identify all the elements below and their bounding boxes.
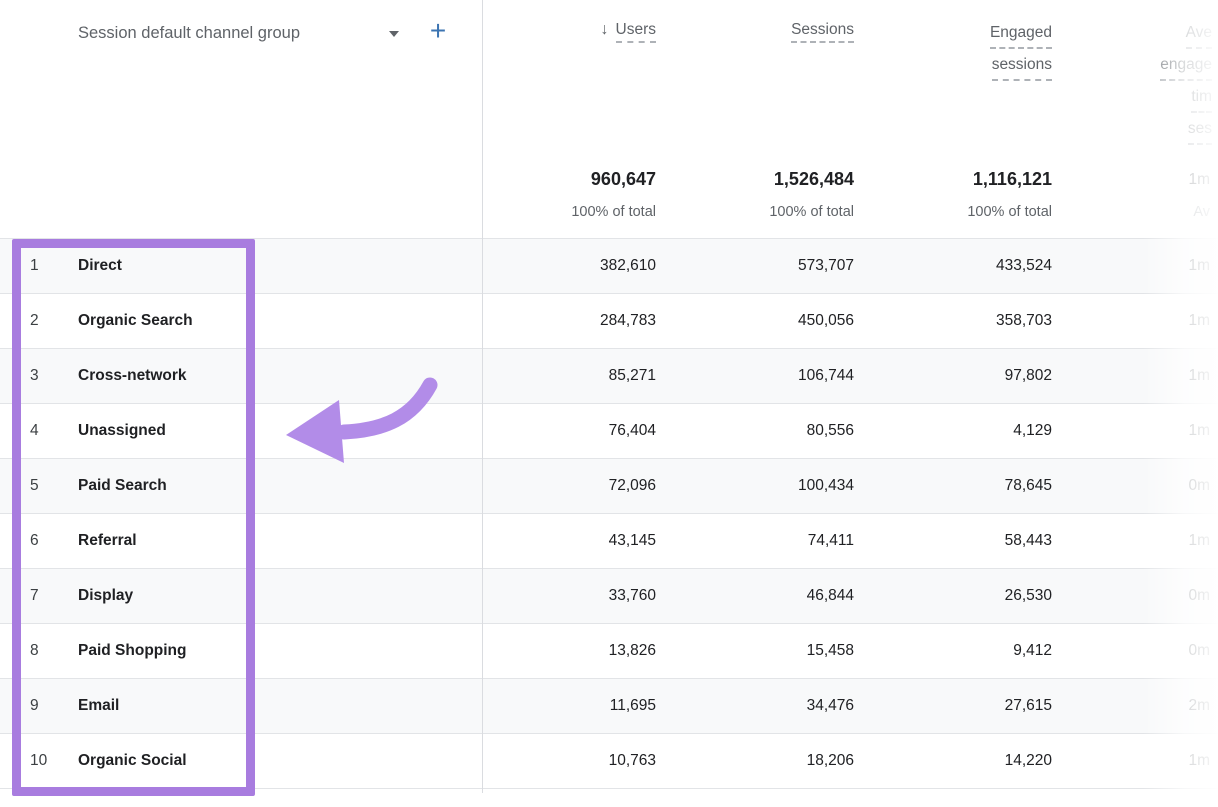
total-sessions-subtext: 100% of total bbox=[769, 204, 854, 220]
total-avg-engagement-time: 1m bbox=[1188, 171, 1210, 189]
engaged-header-line2: sessions bbox=[992, 53, 1052, 81]
sessions-value: 46,844 bbox=[807, 569, 854, 623]
sessions-value: 18,206 bbox=[807, 734, 854, 788]
sessions-value: 15,458 bbox=[807, 624, 854, 678]
sessions-value: 450,056 bbox=[798, 294, 854, 348]
avg-engagement-time-value: 1m bbox=[1188, 294, 1210, 348]
engaged-sessions-value: 433,524 bbox=[996, 239, 1052, 293]
column-header-engaged-sessions[interactable]: Engaged sessions bbox=[990, 21, 1052, 85]
engaged-sessions-value: 9,412 bbox=[1013, 624, 1052, 678]
users-value: 76,404 bbox=[609, 404, 656, 458]
sessions-value: 100,434 bbox=[798, 459, 854, 513]
column-header-sessions[interactable]: Sessions bbox=[791, 21, 854, 47]
sessions-header-label[interactable]: Sessions bbox=[791, 21, 854, 43]
sessions-value: 74,411 bbox=[808, 514, 854, 568]
total-sessions: 1,526,484 bbox=[774, 169, 854, 190]
users-value: 85,271 bbox=[609, 349, 656, 403]
engaged-sessions-value: 58,443 bbox=[1005, 514, 1052, 568]
avg-engagement-time-value: 1m bbox=[1188, 734, 1210, 788]
total-users: 960,647 bbox=[591, 169, 656, 190]
avg-engagement-time-value: 2m bbox=[1188, 679, 1210, 733]
column-header-avg-engagement-time[interactable]: Ave engage tim ses bbox=[1160, 21, 1212, 149]
column-divider bbox=[482, 0, 483, 793]
avg-engagement-time-value: 1m bbox=[1188, 239, 1210, 293]
engaged-sessions-value: 4,129 bbox=[1013, 404, 1052, 458]
avg-engagement-time-value: 0m bbox=[1188, 624, 1210, 678]
avg-header-line2: engage bbox=[1160, 53, 1212, 81]
engaged-sessions-value: 358,703 bbox=[996, 294, 1052, 348]
users-value: 10,763 bbox=[609, 734, 656, 788]
users-value: 11,695 bbox=[610, 679, 656, 733]
column-header-users[interactable]: ↓ Users bbox=[601, 21, 656, 47]
users-value: 13,826 bbox=[609, 624, 656, 678]
avg-engagement-time-value: 0m bbox=[1188, 569, 1210, 623]
engaged-sessions-value: 27,615 bbox=[1005, 679, 1052, 733]
engaged-sessions-value: 14,220 bbox=[1005, 734, 1052, 788]
chevron-down-icon[interactable] bbox=[389, 31, 399, 37]
avg-header-line1: Ave bbox=[1186, 21, 1212, 49]
total-engaged-subtext: 100% of total bbox=[967, 204, 1052, 220]
annotation-highlight-box bbox=[12, 239, 255, 796]
sessions-value: 80,556 bbox=[807, 404, 854, 458]
total-avg-subtext: Av bbox=[1193, 204, 1210, 220]
engaged-sessions-value: 97,802 bbox=[1005, 349, 1052, 403]
sessions-value: 573,707 bbox=[798, 239, 854, 293]
annotation-arrow-icon bbox=[278, 372, 443, 472]
users-value: 382,610 bbox=[600, 239, 656, 293]
analytics-channel-table: Session default channel group + ↓ Users S… bbox=[0, 0, 1218, 807]
dimension-selector[interactable]: Session default channel group bbox=[78, 24, 300, 43]
avg-engagement-time-value: 1m bbox=[1188, 404, 1210, 458]
sort-descending-icon[interactable]: ↓ bbox=[601, 21, 609, 38]
users-value: 33,760 bbox=[609, 569, 656, 623]
users-value: 284,783 bbox=[600, 294, 656, 348]
add-dimension-button[interactable]: + bbox=[424, 14, 452, 48]
engaged-sessions-value: 26,530 bbox=[1005, 569, 1052, 623]
avg-engagement-time-value: 1m bbox=[1188, 349, 1210, 403]
sessions-value: 106,744 bbox=[798, 349, 854, 403]
avg-header-line3: tim bbox=[1191, 85, 1212, 113]
engaged-header-line1: Engaged bbox=[990, 21, 1052, 49]
engaged-sessions-value: 78,645 bbox=[1005, 459, 1052, 513]
users-value: 43,145 bbox=[609, 514, 656, 568]
avg-engagement-time-value: 0m bbox=[1188, 459, 1210, 513]
avg-engagement-time-value: 1m bbox=[1188, 514, 1210, 568]
sessions-value: 34,476 bbox=[807, 679, 854, 733]
total-engaged-sessions: 1,116,121 bbox=[973, 169, 1052, 190]
total-users-subtext: 100% of total bbox=[571, 204, 656, 220]
avg-header-line4: ses bbox=[1188, 117, 1212, 145]
users-value: 72,096 bbox=[609, 459, 656, 513]
users-header-label[interactable]: Users bbox=[616, 21, 656, 43]
